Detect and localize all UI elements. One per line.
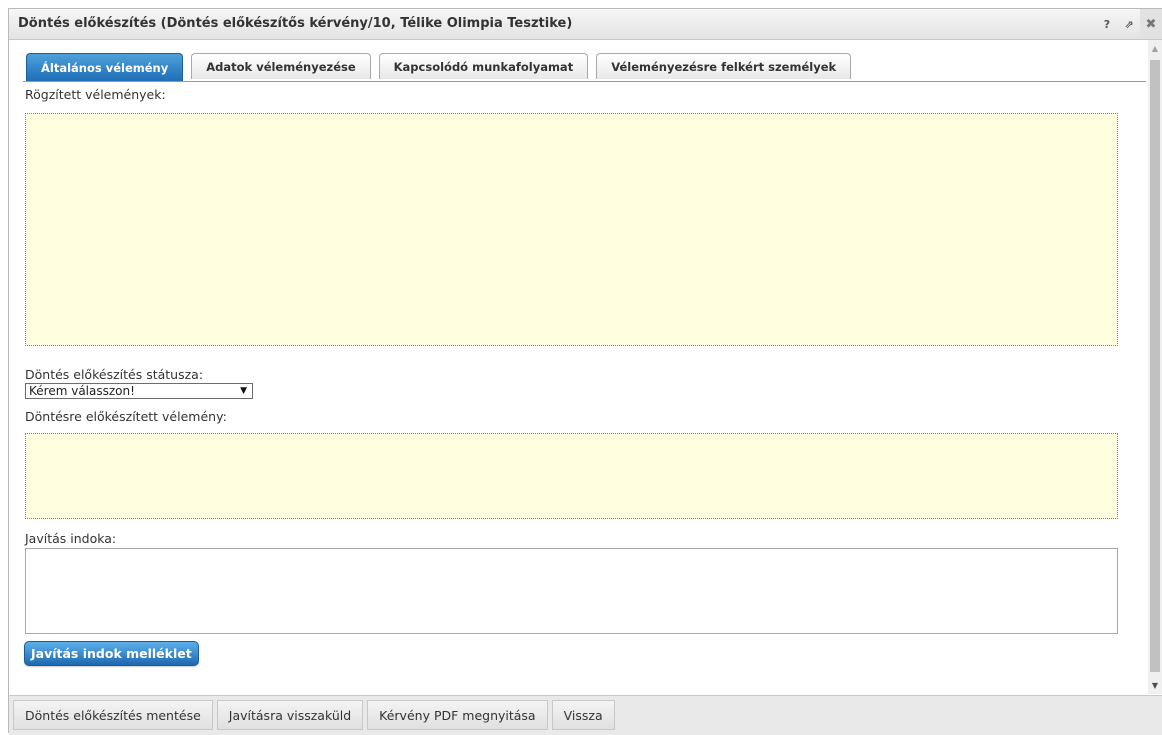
- dialog-footer: Döntés előkészítés mentése Javításra vis…: [9, 695, 1162, 735]
- tab-requested-reviewers[interactable]: Véleményezésre felkért személyek: [596, 53, 852, 79]
- correction-reason-label: Javítás indoka:: [25, 531, 117, 546]
- prepared-opinion-field[interactable]: [25, 433, 1118, 519]
- vertical-scrollbar[interactable]: ▲ ▼: [1148, 40, 1162, 694]
- save-decision-prep-button[interactable]: Döntés előkészítés mentése: [13, 700, 213, 730]
- prepared-opinion-label: Döntésre előkészített vélemény:: [25, 409, 227, 424]
- dropdown-arrow-icon: ▼: [240, 386, 247, 396]
- open-pdf-button[interactable]: Kérvény PDF megnyitása: [367, 700, 548, 730]
- tab-general-opinion[interactable]: Általános vélemény: [26, 53, 184, 81]
- recorded-opinions-label: Rögzített vélemények:: [25, 87, 166, 102]
- scroll-up-icon[interactable]: ▲: [1148, 44, 1162, 53]
- titlebar-controls: ? ⇗ ✖: [1096, 9, 1162, 39]
- scroll-down-icon[interactable]: ▼: [1148, 681, 1162, 690]
- tab-divider: [23, 81, 1146, 82]
- status-label: Döntés előkészítés státusza:: [25, 367, 204, 382]
- tab-data-review[interactable]: Adatok véleményezése: [191, 53, 371, 79]
- dialog-window: Döntés előkészítés (Döntés előkészítős k…: [8, 8, 1162, 735]
- status-select-value: Kérem válasszon!: [29, 384, 135, 398]
- correction-attachment-button[interactable]: Javítás indok melléklet: [24, 641, 199, 666]
- help-icon[interactable]: ?: [1096, 9, 1118, 39]
- recorded-opinions-field[interactable]: [25, 113, 1118, 346]
- back-button[interactable]: Vissza: [551, 700, 615, 730]
- correction-reason-input[interactable]: [25, 548, 1118, 634]
- dialog-title: Döntés előkészítés (Döntés előkészítős k…: [18, 16, 573, 31]
- tab-bar: Általános vélemény Adatok véleményezése …: [26, 53, 859, 81]
- status-select[interactable]: Kérem válasszon! ▼: [25, 383, 253, 399]
- scroll-thumb[interactable]: [1150, 60, 1160, 672]
- tab-related-workflow[interactable]: Kapcsolódó munkafolyamat: [378, 53, 589, 79]
- dialog-titlebar[interactable]: Döntés előkészítés (Döntés előkészítős k…: [9, 9, 1162, 40]
- dialog-content: Általános vélemény Adatok véleményezése …: [9, 40, 1147, 694]
- send-back-button[interactable]: Javításra visszaküld: [216, 700, 364, 730]
- close-icon[interactable]: ✖: [1140, 9, 1162, 39]
- popout-icon[interactable]: ⇗: [1118, 9, 1140, 39]
- footer-buttons: Döntés előkészítés mentése Javításra vis…: [13, 700, 619, 730]
